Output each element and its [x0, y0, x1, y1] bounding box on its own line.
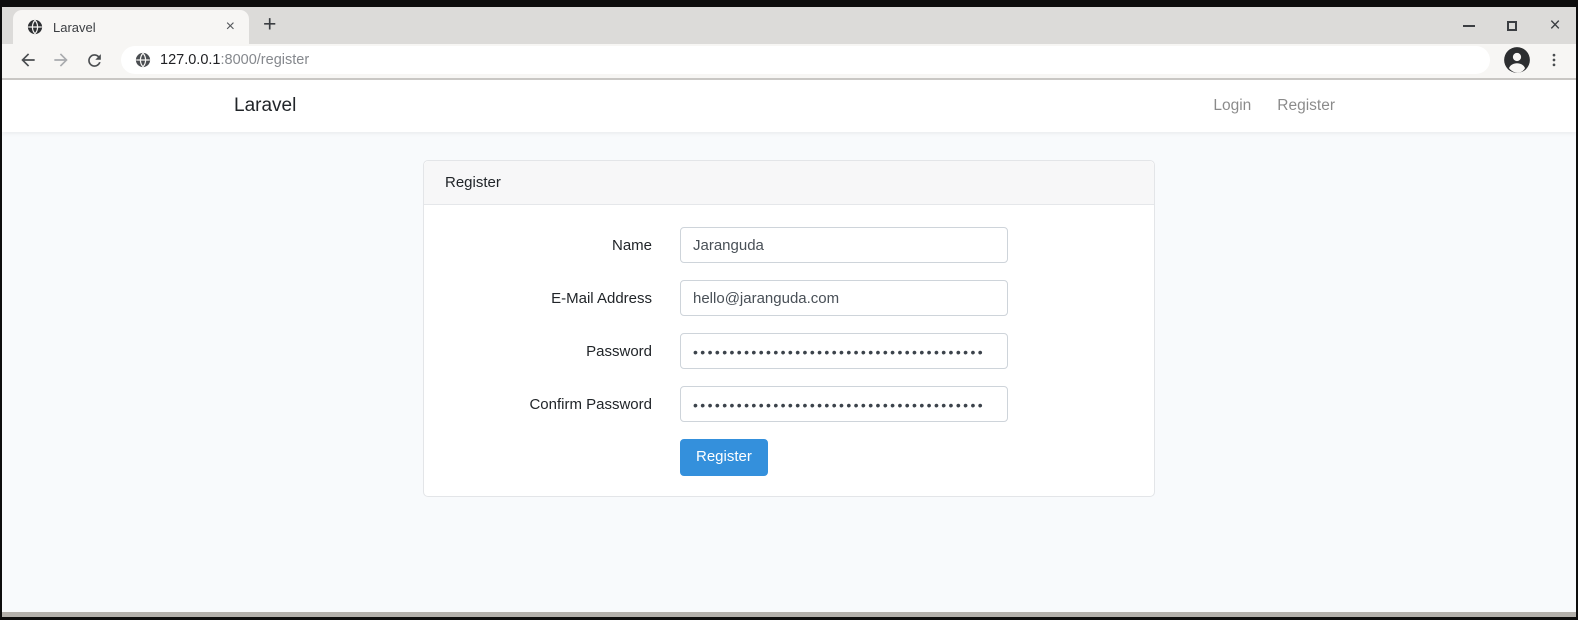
minimize-icon	[1463, 25, 1475, 27]
navbar-container: Laravel Login Register	[219, 95, 1359, 117]
password-label: Password	[444, 343, 680, 360]
back-arrow-icon	[18, 50, 38, 70]
browser-tab-laravel[interactable]: Laravel ×	[13, 10, 249, 44]
name-label: Name	[444, 237, 680, 254]
email-input[interactable]	[680, 280, 1008, 316]
close-icon: ×	[1549, 20, 1560, 32]
url-host: 127.0.0.1	[160, 52, 220, 68]
window-close-button[interactable]: ×	[1548, 19, 1562, 33]
site-globe-icon	[135, 52, 151, 68]
confirm-password-label: Confirm Password	[444, 396, 680, 413]
card-header-title: Register	[424, 161, 1154, 205]
navbar-links: Login Register	[1200, 97, 1344, 115]
tab-favicon-globe-icon	[27, 19, 43, 35]
tab-title: Laravel	[53, 20, 222, 35]
nav-link-register[interactable]: Register	[1264, 97, 1344, 115]
reload-icon	[85, 51, 104, 70]
forward-button[interactable]	[47, 46, 75, 74]
reload-button[interactable]	[80, 46, 108, 74]
navbar-brand[interactable]: Laravel	[234, 95, 296, 117]
new-tab-button[interactable]: +	[263, 12, 276, 35]
confirm-password-input[interactable]	[680, 386, 1008, 422]
tab-close-icon[interactable]: ×	[222, 18, 239, 36]
address-bar[interactable]: 127.0.0.1:8000/register	[121, 46, 1490, 74]
form-row-submit: Register	[680, 439, 1134, 476]
url-path: :8000/register	[220, 52, 309, 68]
url-text: 127.0.0.1:8000/register	[160, 52, 309, 68]
window-maximize-button[interactable]	[1505, 19, 1519, 33]
browser-toolbar: 127.0.0.1:8000/register	[2, 44, 1576, 80]
tab-strip: Laravel × + ×	[2, 7, 1576, 44]
register-card: Register Name E-Mail Address Password	[423, 160, 1155, 497]
nav-link-login[interactable]: Login	[1200, 97, 1264, 115]
name-input[interactable]	[680, 227, 1008, 263]
form-row-name: Name	[444, 227, 1134, 263]
site-navbar: Laravel Login Register	[2, 80, 1576, 132]
browser-menu-button[interactable]	[1542, 48, 1566, 72]
maximize-icon	[1507, 21, 1517, 31]
page-viewport: Laravel Login Register Register Name E-M…	[2, 80, 1576, 612]
main-content: Register Name E-Mail Address Password	[2, 132, 1576, 497]
register-form: Name E-Mail Address Password Confirm Pas…	[424, 205, 1154, 496]
form-row-email: E-Mail Address	[444, 280, 1134, 316]
browser-window: Laravel × + ×	[0, 0, 1578, 620]
form-row-confirm-password: Confirm Password	[444, 386, 1134, 422]
forward-arrow-icon	[51, 50, 71, 70]
email-label: E-Mail Address	[444, 290, 680, 307]
back-button[interactable]	[14, 46, 42, 74]
register-submit-button[interactable]: Register	[680, 439, 768, 476]
window-minimize-button[interactable]	[1462, 19, 1476, 33]
password-input[interactable]	[680, 333, 1008, 369]
user-avatar-icon	[1502, 45, 1532, 75]
form-row-password: Password	[444, 333, 1134, 369]
profile-avatar-button[interactable]	[1502, 45, 1532, 75]
window-frame-top	[2, 0, 1576, 7]
kebab-menu-icon	[1545, 51, 1563, 69]
window-controls: ×	[1462, 7, 1562, 44]
